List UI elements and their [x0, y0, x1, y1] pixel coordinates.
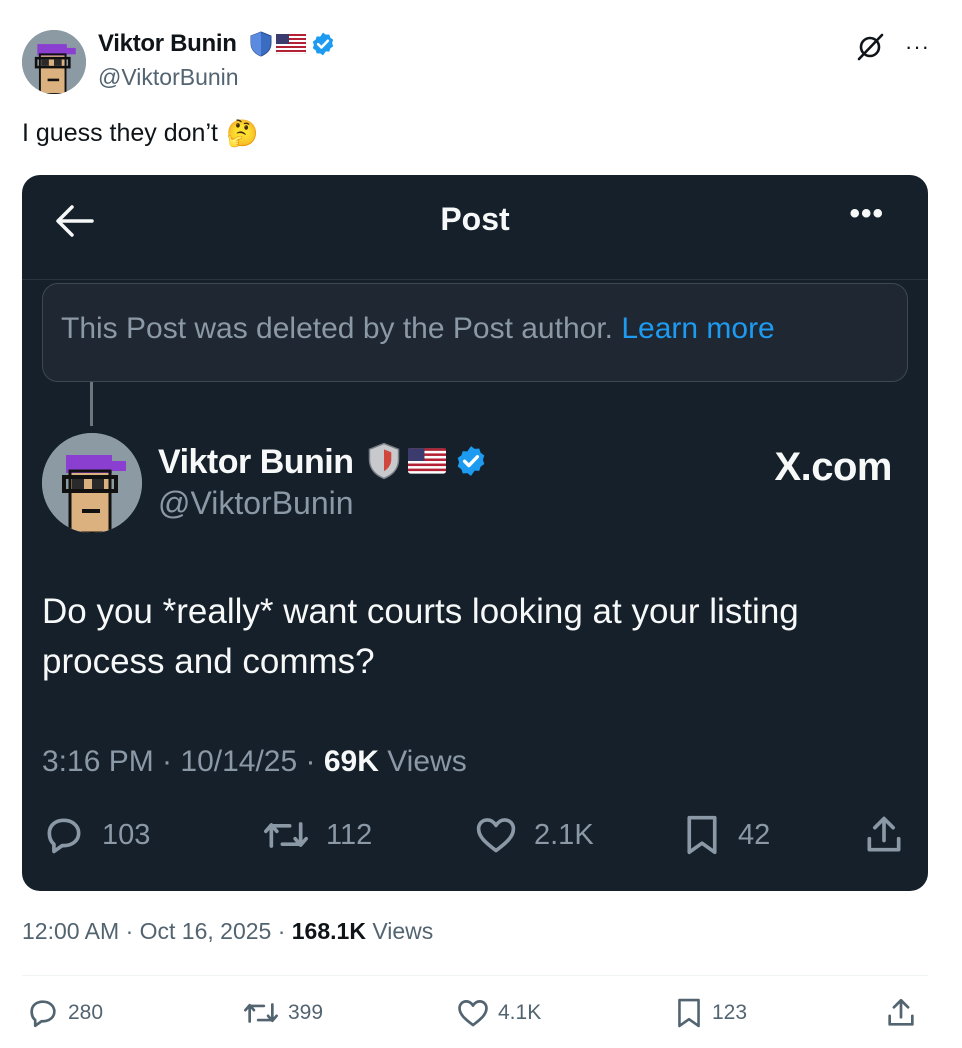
bookmark-count: 123 [712, 1001, 748, 1024]
thinking-emoji: 🤔 [225, 118, 259, 148]
like-icon [458, 1000, 488, 1027]
repost-icon [244, 1003, 278, 1023]
reply-icon [47, 818, 81, 854]
bookmark-icon [678, 998, 700, 1028]
reply-button[interactable]: 280 [26, 996, 103, 1030]
screenshot-bookmark-count: 42 [738, 818, 771, 851]
post-meta: 12:00 AM · Oct 16, 2025 · 168.1K Views [22, 918, 433, 945]
bookmark-button[interactable]: 123 [674, 996, 747, 1030]
screenshot-reply: 103 [42, 813, 150, 857]
screenshot-views-count: 69K [323, 745, 379, 778]
author-handle[interactable]: @ViktorBunin [98, 64, 239, 91]
shield-icon [250, 31, 272, 57]
share-icon [867, 816, 901, 852]
screenshot-post-text: Do you *really* want courts looking at y… [42, 592, 799, 681]
deleted-post-notice: This Post was deleted by the Post author… [42, 283, 908, 382]
screenshot-post-meta: 3:16 PM · 10/14/25 · 69K Views [42, 745, 467, 779]
screenshot-author-name: Viktor Bunin [158, 443, 354, 481]
author-name[interactable]: Viktor Bunin [98, 30, 237, 58]
shield-icon [368, 442, 400, 480]
post-text-content: I guess they don’t [22, 119, 218, 147]
screenshot-views-label: Views [378, 745, 467, 778]
like-icon [476, 818, 516, 853]
reply-count: 280 [68, 1001, 104, 1024]
post-timestamp[interactable]: 12:00 AM · Oct 16, 2025 · [22, 918, 292, 944]
bookmark-icon [687, 815, 717, 855]
screenshot-repost-count: 112 [326, 818, 373, 851]
share-icon [888, 998, 914, 1026]
author-avatar[interactable] [22, 30, 86, 94]
screenshot-repost: 112 [262, 813, 372, 857]
verified-badge-icon [457, 446, 485, 476]
quoted-screenshot-image[interactable]: Post ••• This Post was deleted by the Po… [22, 175, 928, 891]
screenshot-like: 2.1K [474, 813, 594, 857]
screenshot-bookmark: 42 [682, 813, 770, 857]
verified-badge-icon[interactable] [310, 31, 336, 57]
grok-icon[interactable] [855, 32, 885, 62]
screenshot-author-handle: @ViktorBunin [158, 485, 354, 521]
repost-icon [264, 822, 308, 848]
more-options-button[interactable]: ··· [905, 36, 930, 58]
author-badges [250, 31, 336, 57]
us-flag-icon [276, 34, 306, 54]
xcom-watermark: X.com [774, 445, 892, 489]
reply-icon [30, 1000, 56, 1028]
punk-avatar-image [42, 433, 142, 533]
like-button[interactable]: 4.1K [456, 996, 541, 1030]
post-action-bar: 280 399 4.1K 123 [22, 996, 928, 1036]
screenshot-author-badges [368, 441, 488, 481]
screenshot-like-count: 2.1K [534, 818, 594, 851]
screenshot-action-bar: 103 112 2.1K 42 [42, 813, 908, 863]
us-flag-icon [408, 448, 446, 474]
post-views-label: Views [365, 918, 434, 944]
post-views-count: 168.1K [291, 918, 366, 944]
screenshot-header-title: Post [440, 201, 510, 237]
deleted-notice-text: This Post was deleted by the Post author… [61, 312, 613, 345]
repost-button[interactable]: 399 [242, 996, 323, 1030]
post-top-actions: ··· [855, 32, 930, 62]
screenshot-share [862, 813, 906, 857]
post-text: I guess they don’t 🤔 [22, 118, 258, 149]
repost-count: 399 [288, 1001, 324, 1024]
screenshot-post-timestamp: 3:16 PM · 10/14/25 · [42, 745, 324, 778]
screenshot-more-icon: ••• [849, 197, 884, 230]
screenshot-header-divider [22, 279, 928, 280]
screenshot-author-avatar [42, 433, 142, 533]
punk-avatar-image [22, 30, 86, 94]
screenshot-reply-count: 103 [102, 818, 151, 851]
like-count: 4.1K [498, 1001, 542, 1024]
learn-more-link: Learn more [621, 312, 775, 345]
share-button[interactable] [884, 996, 918, 1030]
thread-connector-line [90, 382, 93, 426]
action-bar-divider [22, 975, 928, 976]
